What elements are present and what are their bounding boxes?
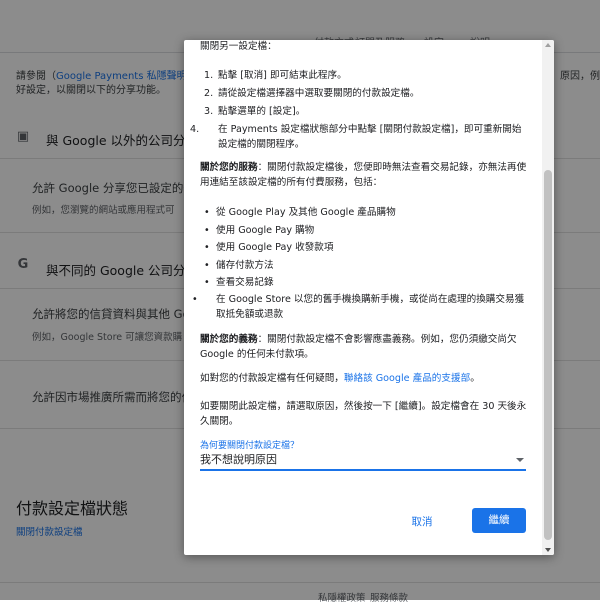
step-item: 1. 點擊 [取消] 即可結束此程序。 (204, 70, 347, 81)
service-item: • 在 Google Store 以您的舊手機換購新手機，或從尚在處理的換購交易獲… (192, 294, 525, 320)
reason-select[interactable]: 我不想說明原因 (200, 451, 526, 471)
service-item: • 使用 Google Pay 購物 (204, 225, 315, 236)
cancel-button[interactable]: 取消 (394, 510, 450, 534)
service-item: • 查看交易記錄 (204, 277, 274, 288)
close-profile-dialog: 關閉另一設定檔： 1. 點擊 [取消] 即可結束此程序。 2. 請從設定檔選擇器中選… (184, 40, 554, 555)
service-item: • 使用 Google Pay 收發款項 (204, 242, 334, 253)
scroll-up-icon[interactable] (545, 43, 551, 47)
support-link[interactable]: 聯絡該 Google 產品的支援部 (344, 373, 470, 384)
scroll-thumb[interactable] (544, 170, 552, 540)
reason-select-value: 我不想說明原因 (200, 453, 277, 466)
step-item: 2. 請從設定檔選擇器中選取要關閉的付款設定檔。 (204, 88, 420, 99)
close-note: 如要關閉此設定檔，請選取原因，然後按一下 [繼續]。設定檔會在 30 天後永久關… (200, 401, 527, 427)
service-item: • 儲存付款方法 (204, 260, 274, 271)
step-item: 4. 在 Payments 設定檔狀態部分中點擊 [關閉付款設定檔]，即可重新開始… (190, 124, 522, 150)
services-paragraph: 關於您的服務：關閉付款設定檔後，您便即時無法查看交易記錄，亦無法再使用連結至該設… (200, 162, 527, 188)
step-item: 3. 點擊選單的 [設定]。 (204, 106, 306, 117)
top-text: 關閉另一設定檔： (200, 41, 277, 52)
service-item: • 從 Google Play 及其他 Google 產品購物 (204, 207, 396, 218)
obligations-paragraph: 關於您的義務：關閉付款設定檔不會影響應盡義務。例如，您仍須繳交尚欠 Google… (200, 334, 517, 360)
continue-button[interactable]: 繼續 (472, 508, 526, 533)
reason-select-label: 為何要關閉付款設定檔？ (200, 441, 300, 451)
scroll-down-icon[interactable] (545, 548, 551, 552)
question-paragraph: 如對您的付款設定檔有任何疑問，聯絡該 Google 產品的支援部。 (200, 373, 480, 384)
caret-down-icon (516, 458, 524, 462)
dialog-scrollbar[interactable] (542, 40, 554, 555)
